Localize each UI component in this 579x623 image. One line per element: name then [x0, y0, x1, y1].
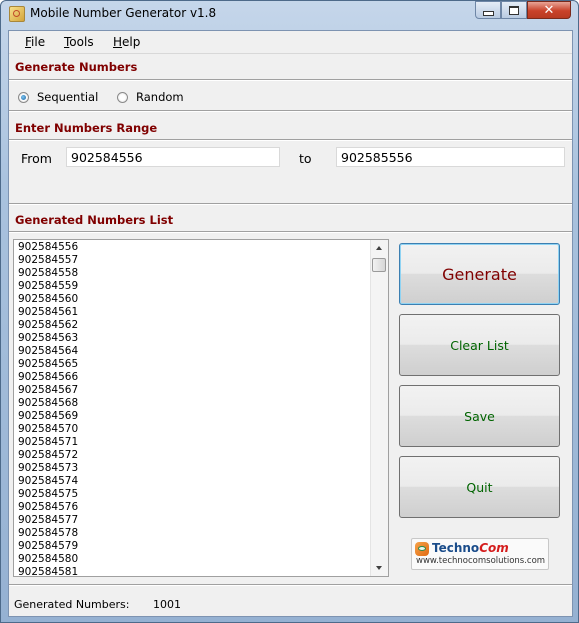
divider — [9, 584, 572, 586]
list-item[interactable]: 902584578 — [18, 527, 78, 540]
technocom-logo-icon — [415, 542, 429, 556]
list-item[interactable]: 902584558 — [18, 267, 78, 280]
list-item[interactable]: 902584569 — [18, 410, 78, 423]
list-item[interactable]: 902584579 — [18, 540, 78, 553]
close-button[interactable]: ✕ — [527, 1, 571, 19]
list-item[interactable]: 902584572 — [18, 449, 78, 462]
menu-bar: File Tools Help — [9, 31, 572, 54]
quit-button[interactable]: Quit — [399, 456, 560, 518]
generated-numbers-list[interactable]: 902584556 902584557 902584558 902584559 9025… — [13, 239, 389, 577]
divider — [9, 139, 572, 141]
minimize-button[interactable] — [475, 1, 501, 19]
list-item[interactable]: 902584557 — [18, 254, 78, 267]
divider — [9, 79, 572, 81]
radio-checked-icon — [18, 91, 29, 103]
list-item[interactable]: 902584561 — [18, 306, 78, 319]
radio-random[interactable]: Random — [117, 90, 184, 104]
menu-file[interactable]: File — [25, 35, 45, 49]
app-icon — [9, 6, 25, 22]
to-label: to — [299, 151, 312, 166]
from-label: From — [21, 151, 52, 166]
list-item[interactable]: 902584565 — [18, 358, 78, 371]
technocom-logo[interactable]: TechnoCom www.technocomsolutions.com — [411, 538, 549, 570]
close-icon: ✕ — [543, 2, 555, 18]
status-count: 1001 — [153, 598, 181, 611]
list-item[interactable]: 902584568 — [18, 397, 78, 410]
save-button[interactable]: Save — [399, 385, 560, 447]
menu-tools[interactable]: Tools — [64, 35, 94, 49]
divider — [9, 110, 572, 112]
to-input[interactable]: 902585556 — [336, 147, 565, 167]
generate-numbers-heading: Generate Numbers — [15, 60, 138, 74]
from-input[interactable]: 902584556 — [66, 147, 280, 167]
scroll-down-icon[interactable] — [376, 566, 382, 570]
logo-name: TechnoCom — [432, 541, 509, 555]
list-item[interactable]: 902584574 — [18, 475, 78, 488]
radio-unchecked-icon — [117, 91, 128, 103]
list-item[interactable]: 902584570 — [18, 423, 78, 436]
generate-button[interactable]: Generate — [399, 243, 560, 305]
list-item[interactable]: 902584566 — [18, 371, 78, 384]
list-item[interactable]: 902584581 — [18, 566, 78, 576]
window-title: Mobile Number Generator v1.8 — [30, 6, 217, 20]
status-bar: Generated Numbers: 1001 — [9, 591, 572, 616]
clear-list-button[interactable]: Clear List — [399, 314, 560, 376]
client-area: File Tools Help Generate Numbers Sequent… — [8, 30, 573, 617]
list-item[interactable]: 902584562 — [18, 319, 78, 332]
enter-range-heading: Enter Numbers Range — [15, 121, 158, 135]
radio-sequential[interactable]: Sequential — [18, 90, 98, 104]
list-items: 902584556 902584557 902584558 902584559 9025… — [18, 241, 78, 576]
generated-list-heading: Generated Numbers List — [15, 213, 174, 227]
list-item[interactable]: 902584567 — [18, 384, 78, 397]
scroll-up-icon[interactable] — [376, 246, 382, 250]
divider — [9, 231, 572, 233]
menu-help[interactable]: Help — [113, 35, 140, 49]
list-item[interactable]: 902584576 — [18, 501, 78, 514]
vertical-scrollbar[interactable] — [370, 240, 388, 576]
list-item[interactable]: 902584580 — [18, 553, 78, 566]
status-label: Generated Numbers: — [14, 598, 130, 611]
scroll-thumb[interactable] — [372, 258, 386, 272]
list-item[interactable]: 902584564 — [18, 345, 78, 358]
maximize-icon — [509, 5, 519, 15]
minimize-icon — [482, 10, 494, 16]
list-item[interactable]: 902584577 — [18, 514, 78, 527]
list-item[interactable]: 902584559 — [18, 280, 78, 293]
maximize-button[interactable] — [501, 1, 527, 19]
list-item[interactable]: 902584573 — [18, 462, 78, 475]
list-item[interactable]: 902584575 — [18, 488, 78, 501]
divider — [9, 203, 572, 205]
logo-url: www.technocomsolutions.com — [416, 556, 546, 566]
list-item[interactable]: 902584563 — [18, 332, 78, 345]
list-item[interactable]: 902584571 — [18, 436, 78, 449]
list-item[interactable]: 902584560 — [18, 293, 78, 306]
title-bar[interactable]: Mobile Number Generator v1.8 ✕ — [0, 0, 579, 28]
list-item[interactable]: 902584556 — [18, 241, 78, 254]
